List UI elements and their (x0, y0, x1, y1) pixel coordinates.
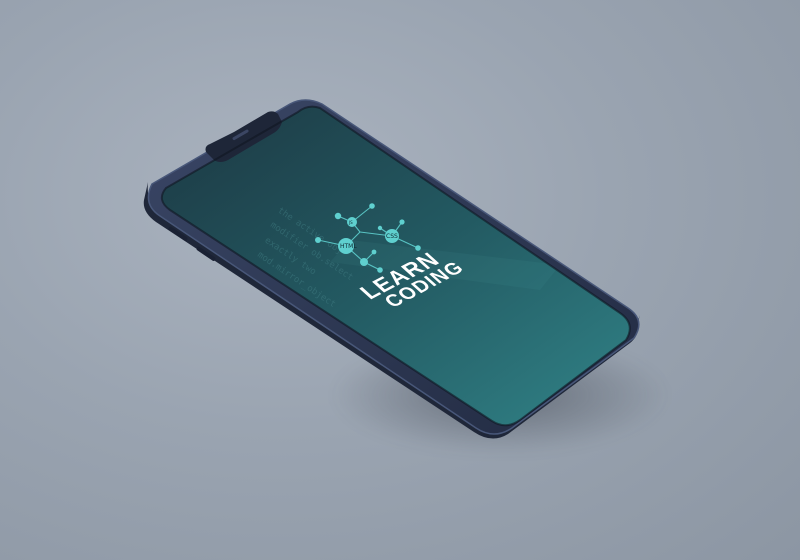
network-node (369, 203, 375, 209)
js-node-label: JS (348, 220, 353, 225)
code-line: ob.select = 1 (334, 69, 398, 117)
network-node (371, 249, 377, 255)
network-node (377, 225, 383, 231)
css-node-label: CSS (386, 233, 398, 240)
html-node-label: HTML (340, 243, 357, 250)
network-node (334, 212, 342, 220)
network-node (315, 237, 321, 243)
code-line: x_or_x (357, 41, 390, 68)
phone-illustration: x_or_x context.scene ob.select = 1 the a… (143, 41, 640, 439)
code-line: context.scene (341, 52, 405, 100)
network-node (360, 258, 368, 266)
network-node (399, 219, 405, 225)
mockup-stage: x_or_x context.scene ob.select = 1 the a… (0, 0, 800, 560)
